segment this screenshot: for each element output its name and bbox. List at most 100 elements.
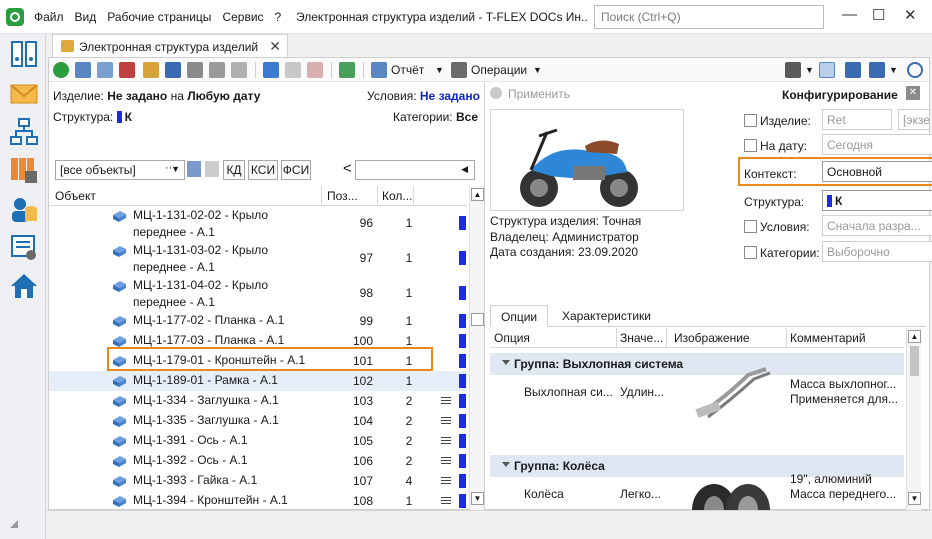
- clipboard-icon[interactable]: [119, 62, 135, 78]
- ellipsis-icon[interactable]: ···: [165, 162, 176, 174]
- tab-characteristics[interactable]: Характеристики: [552, 305, 661, 327]
- scroll-thumb[interactable]: [910, 346, 919, 376]
- table-row[interactable]: МЦ-1-335 - Заглушка - А.1 104 2: [49, 411, 467, 431]
- filter-settings-icon[interactable]: [187, 161, 201, 177]
- tab-options[interactable]: Опции: [490, 305, 549, 327]
- row-menu-icon[interactable]: [441, 497, 451, 504]
- tab-close-icon[interactable]: ✕: [269, 38, 281, 55]
- search-tool-icon[interactable]: [819, 62, 835, 78]
- categories-checkbox[interactable]: [744, 246, 757, 259]
- operations-dropdown-icon[interactable]: ▼: [533, 65, 542, 75]
- settings-dropdown-icon[interactable]: ▼: [889, 65, 898, 75]
- navigation-path-field[interactable]: ◀: [355, 160, 475, 180]
- item-checkbox[interactable]: [744, 114, 757, 127]
- mail-icon[interactable]: [10, 80, 38, 108]
- table-row[interactable]: МЦ-1-131-03-02 - Крыло переднее - А.1 97 1: [49, 241, 467, 276]
- column-value[interactable]: Значе...: [620, 331, 663, 345]
- insert-icon[interactable]: [143, 62, 159, 78]
- kd-button[interactable]: КД: [223, 160, 245, 180]
- option-wheels-name[interactable]: Колёса: [524, 487, 564, 501]
- column-comment[interactable]: Комментарий: [790, 331, 866, 345]
- print-dropdown-icon[interactable]: ▼: [805, 65, 814, 75]
- filter-item-value[interactable]: Не задано: [107, 89, 167, 103]
- option-wheels-value[interactable]: Легко...: [620, 487, 661, 501]
- user-database-icon[interactable]: [10, 196, 38, 224]
- table-row[interactable]: МЦ-1-177-02 - Планка - А.1 99 1: [49, 311, 467, 331]
- config-date-field[interactable]: Сегодня: [822, 134, 932, 155]
- maximize-button[interactable]: ☐: [872, 6, 885, 24]
- documents-tools-icon[interactable]: [10, 156, 38, 184]
- collapse-icon[interactable]: [502, 360, 510, 365]
- print-icon[interactable]: [785, 62, 801, 78]
- tree-view-icon[interactable]: [165, 62, 181, 78]
- column-image[interactable]: Изображение: [674, 331, 750, 345]
- report-settings-icon[interactable]: [10, 234, 38, 262]
- structure-tree-icon[interactable]: [10, 118, 38, 146]
- operations-menu-button[interactable]: Операции: [471, 63, 527, 77]
- table-row[interactable]: МЦ-1-131-04-02 - Крыло переднее - А.1 98 1: [49, 276, 467, 311]
- scroll-down-icon[interactable]: ▼: [471, 492, 484, 505]
- table-row[interactable]: МЦ-1-334 - Заглушка - А.1 103 2: [49, 391, 467, 411]
- report-menu-button[interactable]: Отчёт: [391, 63, 424, 77]
- table-icon[interactable]: [209, 62, 225, 78]
- approve-icon[interactable]: [339, 62, 355, 78]
- row-menu-icon[interactable]: [441, 477, 451, 484]
- search-input[interactable]: Поиск (Ctrl+Q): [594, 5, 824, 29]
- panel-icon[interactable]: [845, 62, 861, 78]
- minimize-button[interactable]: —: [842, 6, 857, 23]
- checklist-icon[interactable]: [187, 62, 203, 78]
- conditions-field[interactable]: Сначала разра...: [822, 215, 932, 236]
- option-exhaust-value[interactable]: Удлин...: [620, 385, 664, 399]
- apply-button[interactable]: Применить: [508, 87, 570, 101]
- fsi-button[interactable]: ФСИ: [281, 160, 311, 180]
- report-dropdown-icon[interactable]: ▼: [435, 65, 444, 75]
- nav-back-button[interactable]: <: [343, 160, 352, 177]
- row-menu-icon[interactable]: [441, 437, 451, 444]
- option-exhaust-name[interactable]: Выхлопная си...: [524, 385, 613, 399]
- row-menu-icon[interactable]: [441, 397, 451, 404]
- table-row[interactable]: МЦ-1-392 - Ось - А.1 106 2: [49, 451, 467, 471]
- path-left-icon[interactable]: ◀: [461, 164, 468, 175]
- menu-help[interactable]: ?: [275, 10, 282, 24]
- filter-structure-value[interactable]: К: [125, 110, 132, 124]
- ksi-button[interactable]: КСИ: [248, 160, 278, 180]
- conditions-checkbox[interactable]: [744, 220, 757, 233]
- options-vertical-scrollbar[interactable]: ▲ ▼: [906, 328, 921, 510]
- column-object[interactable]: Объект: [55, 189, 96, 203]
- structure-select[interactable]: К ▼: [822, 190, 932, 211]
- row-menu-icon[interactable]: [441, 457, 451, 464]
- row-menu-icon[interactable]: [441, 417, 451, 424]
- close-button[interactable]: ✕: [904, 6, 917, 24]
- operations-icon[interactable]: [451, 62, 467, 78]
- table-row[interactable]: МЦ-1-131-02-02 - Крыло переднее - А.1 96 1: [49, 206, 467, 241]
- edit-doc-icon[interactable]: [285, 62, 301, 78]
- archive-icon[interactable]: [10, 40, 38, 68]
- card-icon[interactable]: [75, 62, 91, 78]
- filter-date-value[interactable]: Любую дату: [187, 89, 260, 103]
- add-icon[interactable]: [53, 62, 69, 78]
- doc-filter-icon[interactable]: [205, 161, 219, 177]
- document-tab[interactable]: Электронная структура изделий ✕: [52, 34, 288, 58]
- scroll-thumb[interactable]: [471, 313, 484, 326]
- column-option[interactable]: Опция: [494, 331, 530, 345]
- table-row[interactable]: МЦ-1-189-01 - Рамка - А.1 102 1: [49, 371, 467, 391]
- collapse-icon[interactable]: [502, 462, 510, 467]
- wrench-icon[interactable]: [869, 62, 885, 78]
- table-row[interactable]: МЦ-1-393 - Гайка - А.1 107 4: [49, 471, 467, 491]
- column-position[interactable]: Поз...: [327, 189, 358, 203]
- menu-service[interactable]: Сервис: [222, 10, 263, 24]
- menu-file[interactable]: Файл: [34, 10, 64, 24]
- delete-icon[interactable]: [307, 62, 323, 78]
- config-item-version-field[interactable]: [экзе: [898, 109, 930, 130]
- list-icon[interactable]: [97, 62, 113, 78]
- column-quantity[interactable]: Кол...: [382, 189, 412, 203]
- categories-field[interactable]: Выборочно ▼: [822, 241, 932, 262]
- report-icon[interactable]: [371, 62, 387, 78]
- menu-workpages[interactable]: Рабочие страницы: [107, 10, 211, 24]
- edit-pencil-icon[interactable]: [263, 62, 279, 78]
- table-row[interactable]: МЦ-1-391 - Ось - А.1 105 2: [49, 431, 467, 451]
- config-item-field[interactable]: Ret: [822, 109, 892, 130]
- scroll-up-icon[interactable]: ▲: [908, 330, 921, 343]
- scroll-up-icon[interactable]: ▲: [471, 188, 484, 201]
- cad-icon[interactable]: [231, 62, 247, 78]
